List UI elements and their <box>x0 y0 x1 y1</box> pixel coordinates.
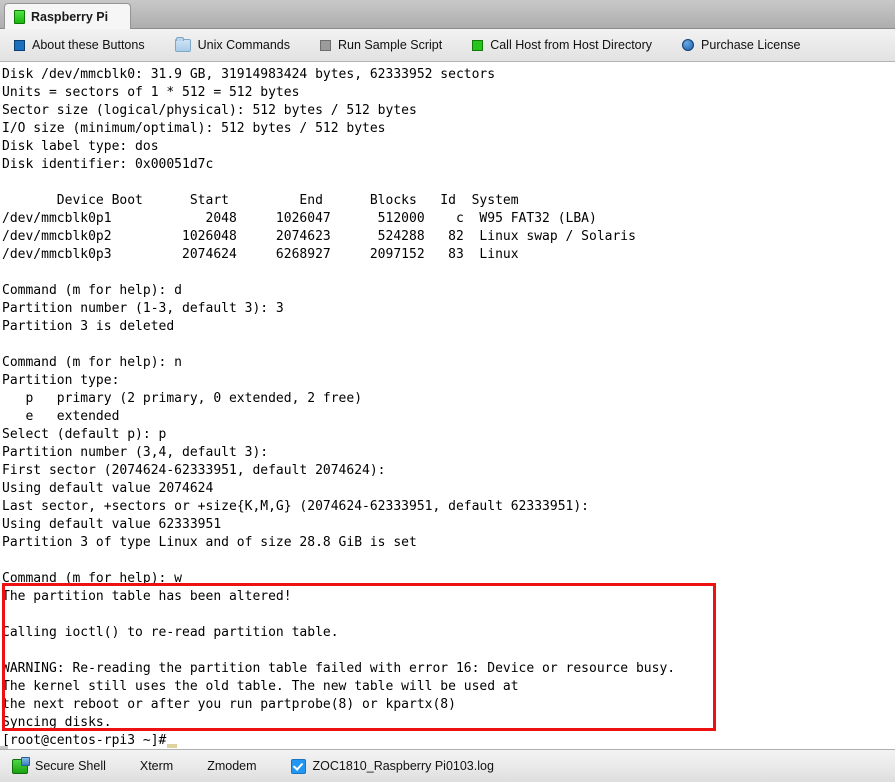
toolbar-button-about-these-buttons[interactable]: About these Buttons <box>14 38 145 52</box>
toolbar-button-label: Call Host from Host Directory <box>490 38 653 52</box>
toolbar-button-call-host-from-host-directory[interactable]: Call Host from Host Directory <box>472 38 652 52</box>
toolbar-button-purchase-license[interactable]: Purchase License <box>682 38 800 52</box>
toolbar-button-run-sample-script[interactable]: Run Sample Script <box>319 38 443 52</box>
terminal-output-pane[interactable]: Disk /dev/mmcblk0: 31.9 GB, 31914983424 … <box>0 63 895 749</box>
terminal-cursor <box>167 744 177 748</box>
toolbar-button-label: Purchase License <box>701 38 801 52</box>
status-item-label: Zmodem <box>207 759 257 773</box>
toolbar-button-unix-commands[interactable]: Unix Commands <box>174 36 290 52</box>
terminal-text: Disk /dev/mmcblk0: 31.9 GB, 31914983424 … <box>2 67 676 748</box>
toolbar-button-label: Unix Commands <box>197 38 290 52</box>
toolbar-button-label: About these Buttons <box>32 38 145 52</box>
green-square-icon <box>472 39 484 51</box>
toolbar-button-label: Run Sample Script <box>337 38 443 52</box>
status-item-zmodem[interactable]: Zmodem <box>207 759 256 773</box>
blue-square-icon <box>14 39 25 51</box>
checkbox-checked-icon[interactable] <box>290 758 306 774</box>
status-item-xterm[interactable]: Xterm <box>140 759 173 773</box>
folder-icon <box>174 36 191 52</box>
tab-raspberry-pi[interactable]: Raspberry Pi <box>4 3 132 29</box>
blue-circle-icon <box>682 39 695 51</box>
secure-shell-icon <box>12 756 30 774</box>
status-item-label: ZOC1810_Raspberry Pi0103.log <box>312 759 494 773</box>
status-item-secure-shell[interactable]: Secure Shell <box>12 756 106 774</box>
status-item-logfile[interactable]: ZOC1810_Raspberry Pi0103.log <box>290 758 494 774</box>
status-bar: Secure Shell Xterm Zmodem ZOC1810_Raspbe… <box>0 749 895 782</box>
green-square-icon <box>14 9 25 24</box>
status-item-label: Secure Shell <box>35 759 106 773</box>
gray-square-icon <box>319 39 331 51</box>
tab-strip: Raspberry Pi <box>0 0 895 29</box>
toolbar: About these Buttons Unix Commands Run Sa… <box>0 29 895 62</box>
status-item-label: Xterm <box>139 759 174 773</box>
tab-label: Raspberry Pi <box>31 9 109 24</box>
